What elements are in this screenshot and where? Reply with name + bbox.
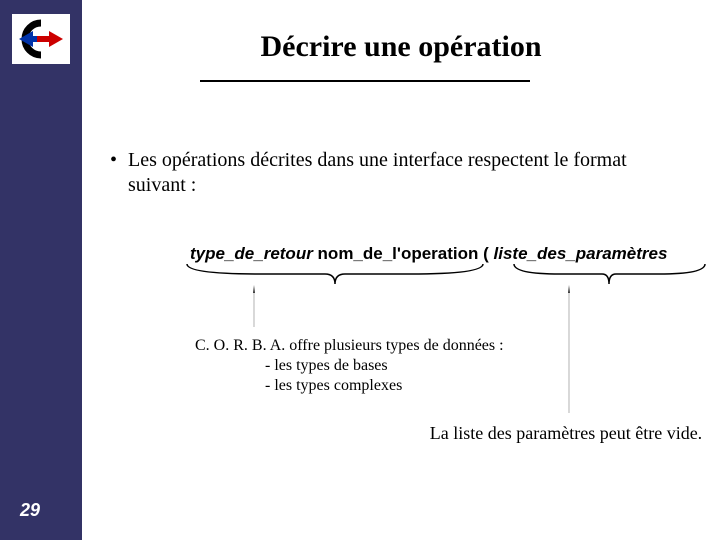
- syntax-op-name: nom_de_l'operation: [313, 244, 483, 263]
- corba-logo: [12, 14, 70, 64]
- brace-left-icon: [185, 262, 485, 288]
- syntax-open-paren: (: [483, 244, 493, 263]
- page-number: 29: [20, 500, 40, 521]
- arrow-to-types-icon: [253, 285, 255, 327]
- slide-title: Décrire une opération: [82, 30, 720, 64]
- corba-types-note: C. O. R. B. A. offre plusieurs types de …: [195, 336, 504, 396]
- bullet-text: Les opérations décrites dans une interfa…: [128, 149, 627, 196]
- syntax-param-list: liste_des_paramètres: [494, 244, 668, 263]
- bullet-item: • Les opérations décrites dans une inter…: [128, 148, 688, 198]
- corba-note-line3: - les types complexes: [195, 376, 504, 396]
- sidebar: [0, 0, 82, 540]
- title-underline: [200, 80, 530, 82]
- corba-note-line2: - les types de bases: [195, 356, 504, 376]
- c-arrows-icon: [15, 19, 67, 59]
- param-list-note: La liste des paramètres peut être vide.: [426, 423, 706, 445]
- bullet-marker: •: [110, 148, 117, 173]
- arrow-to-params-icon: [568, 285, 570, 413]
- brace-right-icon: [512, 262, 707, 288]
- syntax-return-type: type_de_retour: [190, 244, 313, 263]
- corba-note-line1: C. O. R. B. A. offre plusieurs types de …: [195, 336, 504, 356]
- operation-syntax: type_de_retour nom_de_l'operation ( list…: [190, 244, 667, 264]
